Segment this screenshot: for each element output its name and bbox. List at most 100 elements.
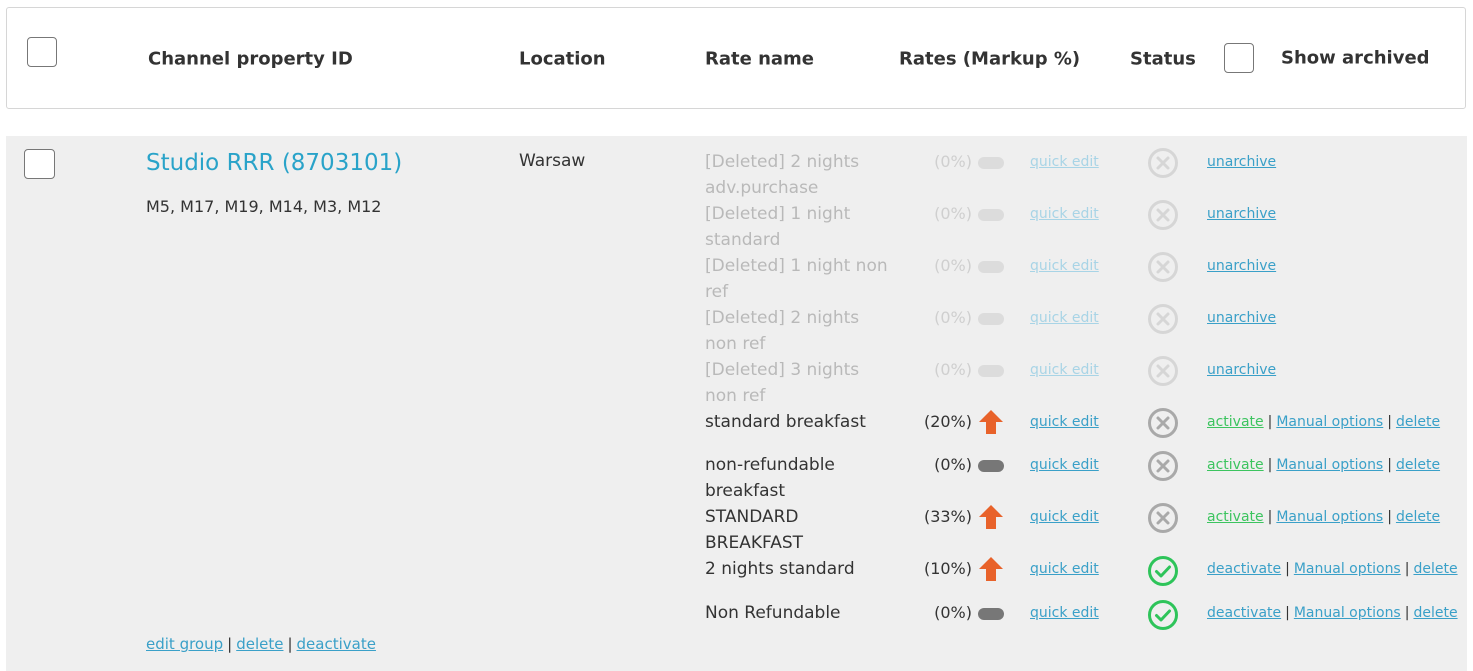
property-select-checkbox[interactable] [24,149,55,179]
separator: | [1387,414,1392,430]
group-actions: edit group | delete | deactivate [146,634,376,654]
rate-name: standard breakfast [705,412,866,432]
delete-link[interactable]: delete [1396,457,1440,473]
unarchive-link[interactable]: unarchive [1207,154,1276,170]
rate-markup: (0%) [934,455,972,474]
manual-options-link[interactable]: Manual options [1276,457,1383,473]
circle-x-icon[interactable] [1147,502,1179,534]
header-rate-name[interactable]: Rate name [705,49,814,70]
row-actions: deactivate | Manual options | delete [1207,559,1458,579]
row-actions: unarchive [1207,256,1276,276]
deactivate-link[interactable]: deactivate [1207,605,1281,621]
rate-name: non-refundable breakfast [705,455,835,501]
rate-markup: (0%) [934,256,972,275]
header-channel-property-id[interactable]: Channel property ID [148,49,353,70]
row-actions: unarchive [1207,204,1276,224]
separator: | [1387,509,1392,525]
quick-edit-link[interactable]: quick edit [1030,308,1099,328]
rate-name: STANDARD BREAKFAST [705,507,804,553]
activate-link[interactable]: activate [1207,457,1264,473]
quick-edit-link[interactable]: quick edit [1030,256,1099,276]
flat-pill-icon [978,157,1004,169]
delete-link[interactable]: delete [1396,414,1440,430]
delete-link[interactable]: delete [1413,605,1457,621]
delete-link[interactable]: delete [1396,509,1440,525]
flat-pill-icon [978,460,1004,472]
row-actions: activate | Manual options | delete [1207,455,1440,475]
header-status[interactable]: Status [1130,49,1196,70]
separator: | [1404,561,1410,577]
unarchive-link[interactable]: unarchive [1207,362,1276,378]
quick-edit-link[interactable]: quick edit [1030,204,1099,224]
deactivate-group-link[interactable]: deactivate [297,635,376,653]
property-name-link[interactable]: Studio RRR (8703101) [146,150,402,176]
quick-edit-link[interactable]: quick edit [1030,507,1099,527]
circle-x-icon [1147,147,1179,179]
rate-name: [Deleted] 2 nights adv.purchase [705,152,860,198]
property-markets: M5, M17, M19, M14, M3, M12 [146,197,382,216]
unarchive-link[interactable]: unarchive [1207,206,1276,222]
arrow-up-icon [978,504,1004,530]
flat-pill-icon [978,313,1004,325]
edit-group-link[interactable]: edit group [146,635,223,653]
rate-name: 2 nights standard [705,559,855,579]
flat-pill-icon [978,365,1004,377]
rate-markup: (0%) [934,204,972,223]
circle-x-icon[interactable] [1147,450,1179,482]
rate-markup: (0%) [934,360,972,379]
manual-options-link[interactable]: Manual options [1294,561,1401,577]
activate-link[interactable]: activate [1207,414,1264,430]
row-actions: unarchive [1207,152,1276,172]
row-actions: activate | Manual options | delete [1207,412,1440,432]
manual-options-link[interactable]: Manual options [1276,414,1383,430]
unarchive-link[interactable]: unarchive [1207,310,1276,326]
unarchive-link[interactable]: unarchive [1207,258,1276,274]
separator: | [227,635,233,653]
header-location[interactable]: Location [519,49,606,70]
separator: | [287,635,293,653]
separator: | [1267,509,1273,525]
show-archived-checkbox[interactable] [1224,43,1254,73]
rate-markup: (10%) [923,559,972,578]
row-actions: activate | Manual options | delete [1207,507,1440,527]
header-rates-markup[interactable]: Rates (Markup %) [899,49,1080,70]
circle-x-icon[interactable] [1147,407,1179,439]
delete-group-link[interactable]: delete [236,635,283,653]
rate-name: [Deleted] 2 nights non ref [705,308,860,354]
quick-edit-link[interactable]: quick edit [1030,559,1099,579]
activate-link[interactable]: activate [1207,509,1264,525]
arrow-up-icon [978,409,1004,435]
flat-pill-icon [978,608,1004,620]
row-actions: deactivate | Manual options | delete [1207,603,1458,623]
quick-edit-link[interactable]: quick edit [1030,412,1099,432]
quick-edit-link[interactable]: quick edit [1030,360,1099,380]
manual-options-link[interactable]: Manual options [1294,605,1401,621]
rate-name: [Deleted] 3 nights non ref [705,360,860,406]
circle-x-icon [1147,303,1179,335]
circle-check-icon[interactable] [1147,599,1179,631]
quick-edit-link[interactable]: quick edit [1030,455,1099,475]
rate-name: [Deleted] 1 night standard [705,204,851,250]
deactivate-link[interactable]: deactivate [1207,561,1281,577]
property-location: Warsaw [519,151,586,171]
circle-x-icon [1147,355,1179,387]
circle-x-icon [1147,251,1179,283]
rate-markup: (0%) [934,603,972,622]
rate-markup: (0%) [934,308,972,327]
separator: | [1387,457,1392,473]
flat-pill-icon [978,261,1004,273]
quick-edit-link[interactable]: quick edit [1030,603,1099,623]
separator: | [1267,457,1273,473]
quick-edit-link[interactable]: quick edit [1030,152,1099,172]
row-actions: unarchive [1207,360,1276,380]
rate-name: [Deleted] 1 night non ref [705,256,888,302]
rate-name: Non Refundable [705,603,841,623]
flat-pill-icon [978,209,1004,221]
delete-link[interactable]: delete [1413,561,1457,577]
select-all-checkbox[interactable] [27,37,57,67]
manual-options-link[interactable]: Manual options [1276,509,1383,525]
rate-markup: (33%) [923,507,972,526]
circle-x-icon [1147,199,1179,231]
circle-check-icon[interactable] [1147,555,1179,587]
arrow-up-icon [978,556,1004,582]
